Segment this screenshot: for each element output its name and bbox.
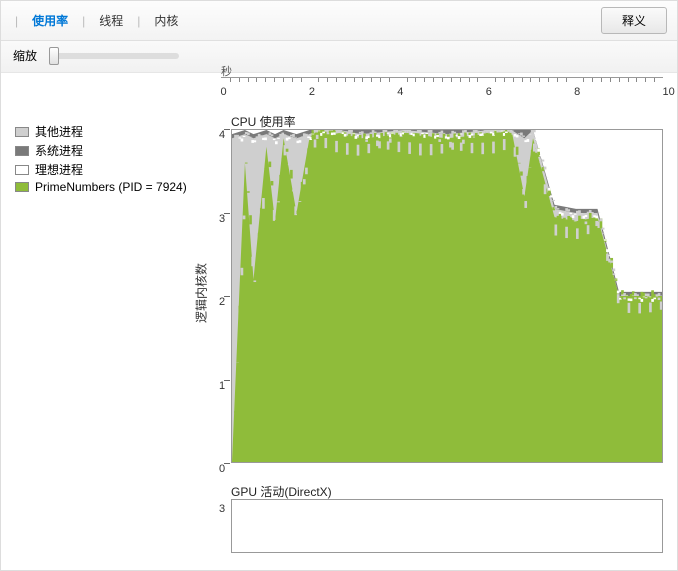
time-tick-minor (583, 78, 584, 82)
time-tick: 10 (663, 78, 675, 97)
legend-swatch (15, 165, 29, 175)
legend-swatch (15, 127, 29, 137)
time-tick-minor (566, 78, 567, 82)
gpu-chart[interactable] (231, 499, 663, 553)
cpu-y-tick: 1 (219, 380, 231, 392)
legend-label: 其他进程 (35, 123, 83, 140)
time-tick-minor (327, 78, 328, 82)
cpu-y-tick: 0 (219, 463, 231, 475)
time-tick-minor (548, 78, 549, 82)
time-tick-minor (424, 78, 425, 82)
time-tick-minor (504, 78, 505, 82)
gpu-chart-title: GPU 活动(DirectX) (231, 483, 663, 500)
gpu-chart-section: GPU 活动(DirectX) 3 (221, 483, 663, 553)
time-tick-minor (469, 78, 470, 82)
time-tick-minor (477, 78, 478, 82)
time-tick: 0 (221, 78, 227, 97)
legend-label: PrimeNumbers (PID = 7924) (35, 180, 187, 194)
legend-label: 理想进程 (35, 161, 83, 178)
tab-threads[interactable]: 线程 (93, 10, 129, 31)
time-tick-minor (654, 78, 655, 82)
cpu-y-tick: 4 (219, 129, 231, 141)
time-tick-minor (513, 78, 514, 82)
time-tick-minor (239, 78, 240, 82)
time-tick-minor (371, 78, 372, 82)
time-tick-minor (592, 78, 593, 82)
cpu-chart-title: CPU 使用率 (231, 113, 663, 130)
cpu-y-axis-label: 逻辑内核数 (193, 263, 210, 323)
zoom-thumb[interactable] (49, 47, 59, 65)
legend-item: 理想进程 (15, 161, 201, 178)
time-tick-minor (265, 78, 266, 82)
time-tick: 6 (486, 78, 492, 97)
tab-cores[interactable]: 内核 (148, 10, 184, 31)
charts-panel: 秒 0246810 CPU 使用率 逻辑内核数 01234 GPU 活动(Dir… (211, 63, 677, 570)
time-tick-minor (336, 78, 337, 82)
cpu-chart[interactable] (231, 129, 663, 463)
time-tick-minor (256, 78, 257, 82)
time-tick: 8 (574, 78, 580, 97)
time-tick-minor (415, 78, 416, 82)
tab-utilization[interactable]: 使用率 (26, 10, 74, 31)
cpu-y-tick: 3 (219, 213, 231, 225)
legend-item: 其他进程 (15, 123, 201, 140)
legend-item: 系统进程 (15, 142, 201, 159)
content-area: 其他进程系统进程理想进程PrimeNumbers (PID = 7924) 秒 … (1, 63, 677, 570)
zoom-slider[interactable] (49, 53, 179, 59)
legend-swatch (15, 146, 29, 156)
time-tick-minor (345, 78, 346, 82)
time-tick-minor (292, 78, 293, 82)
time-tick-minor (460, 78, 461, 82)
tab-separator: | (133, 14, 144, 28)
time-tick: 4 (397, 78, 403, 97)
tab-separator: | (78, 14, 89, 28)
time-tick-minor (601, 78, 602, 82)
time-tick-minor (495, 78, 496, 82)
time-tick-minor (274, 78, 275, 82)
time-tick-minor (433, 78, 434, 82)
time-tick-minor (380, 78, 381, 82)
legend-item: PrimeNumbers (PID = 7924) (15, 180, 201, 194)
time-tick-minor (522, 78, 523, 82)
legend-label: 系统进程 (35, 142, 83, 159)
time-tick-minor (628, 78, 629, 82)
cpu-y-tick: 2 (219, 296, 231, 308)
legend-button[interactable]: 释义 (601, 7, 667, 34)
time-tick-minor (451, 78, 452, 82)
time-tick-minor (645, 78, 646, 82)
zoom-label: 缩放 (13, 47, 37, 64)
toolbar: | 使用率 | 线程 | 内核 释义 (1, 1, 677, 41)
legend-panel: 其他进程系统进程理想进程 PrimeNumbers (PID = 7924) (1, 63, 211, 570)
tab-group: | 使用率 | 线程 | 内核 (11, 10, 184, 31)
time-tick-minor (539, 78, 540, 82)
time-tick-minor (318, 78, 319, 82)
time-tick-minor (557, 78, 558, 82)
time-tick-minor (248, 78, 249, 82)
time-tick-minor (389, 78, 390, 82)
time-tick-minor (407, 78, 408, 82)
cpu-chart-section: CPU 使用率 逻辑内核数 01234 (221, 113, 663, 463)
time-axis: 0246810 (221, 77, 663, 97)
time-tick-minor (530, 78, 531, 82)
legend-swatch (15, 182, 29, 192)
time-tick-minor (362, 78, 363, 82)
gpu-y-tick: 3 (219, 503, 231, 515)
time-tick-minor (442, 78, 443, 82)
time-tick-minor (354, 78, 355, 82)
time-tick-minor (230, 78, 231, 82)
time-tick-minor (619, 78, 620, 82)
tab-separator: | (11, 14, 22, 28)
time-tick: 2 (309, 78, 315, 97)
time-tick-minor (301, 78, 302, 82)
time-tick-minor (610, 78, 611, 82)
time-tick-minor (636, 78, 637, 82)
time-tick-minor (283, 78, 284, 82)
